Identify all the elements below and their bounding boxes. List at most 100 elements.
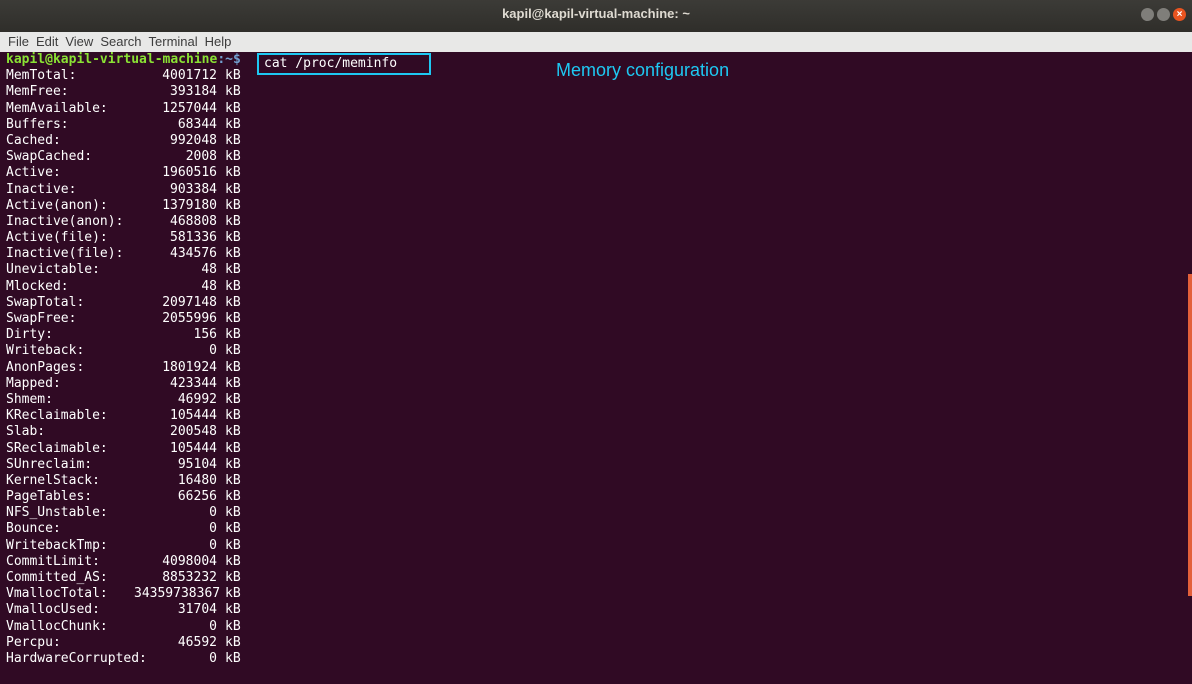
menu-edit[interactable]: Edit bbox=[36, 32, 58, 52]
meminfo-unit: kB bbox=[225, 165, 241, 181]
title-bar[interactable]: kapil@kapil-virtual-machine: ~ × bbox=[0, 0, 1192, 32]
meminfo-value: 468808 bbox=[170, 213, 217, 229]
prompt-user: kapil@kapil-virtual-machine bbox=[6, 52, 218, 67]
meminfo-unit: kB bbox=[225, 343, 241, 359]
meminfo-key: Writeback: bbox=[6, 343, 85, 359]
meminfo-row: Unevictable: 48 kB bbox=[0, 262, 1192, 278]
meminfo-key: Active: bbox=[6, 165, 61, 181]
meminfo-key: VmallocUsed: bbox=[6, 602, 100, 618]
meminfo-unit: kB bbox=[225, 456, 241, 472]
meminfo-value: 2055996 bbox=[162, 311, 217, 326]
meminfo-row: Active: 1960516 kB bbox=[0, 165, 1192, 181]
meminfo-key: Inactive: bbox=[6, 181, 77, 197]
meminfo-unit: kB bbox=[225, 327, 241, 343]
meminfo-key: Committed_AS: bbox=[6, 570, 108, 585]
meminfo-key: SUnreclaim: bbox=[6, 456, 93, 472]
terminal-output[interactable]: kapil@kapil-virtual-machine:~$ cat /proc… bbox=[0, 52, 1192, 684]
meminfo-value: 1379180 bbox=[162, 197, 217, 213]
meminfo-value: 0 bbox=[209, 537, 217, 553]
meminfo-key: MemAvailable: bbox=[6, 100, 108, 116]
meminfo-row: Percpu: 46592 kB bbox=[0, 635, 1192, 651]
meminfo-unit: kB bbox=[225, 391, 241, 407]
meminfo-row: AnonPages: 1801924 kB bbox=[0, 360, 1192, 376]
meminfo-row: Inactive(file): 434576 kB bbox=[0, 246, 1192, 262]
menu-search[interactable]: Search bbox=[100, 32, 141, 52]
meminfo-unit: kB bbox=[225, 84, 241, 100]
meminfo-row: Slab: 200548 kB bbox=[0, 424, 1192, 440]
meminfo-row: MemFree: 393184 kB bbox=[0, 84, 1192, 100]
menu-view[interactable]: View bbox=[65, 32, 93, 52]
meminfo-value: 105444 bbox=[170, 440, 217, 456]
menu-bar: File Edit View Search Terminal Help bbox=[0, 32, 1192, 52]
meminfo-value: 903384 bbox=[170, 181, 217, 197]
meminfo-key: Bounce: bbox=[6, 521, 61, 537]
meminfo-key: SwapTotal: bbox=[6, 294, 85, 310]
maximize-icon[interactable] bbox=[1157, 8, 1170, 21]
meminfo-unit: kB bbox=[225, 570, 241, 585]
meminfo-unit: kB bbox=[225, 634, 241, 650]
meminfo-value: 581336 bbox=[170, 230, 217, 246]
prompt-path: :~$ bbox=[217, 52, 241, 67]
meminfo-value: 156 bbox=[193, 327, 217, 343]
meminfo-value: 992048 bbox=[170, 132, 217, 148]
meminfo-value: 0 bbox=[209, 650, 217, 666]
meminfo-value: 48 bbox=[201, 278, 217, 294]
meminfo-value: 0 bbox=[209, 505, 217, 521]
meminfo-row: SwapTotal: 2097148 kB bbox=[0, 295, 1192, 311]
meminfo-unit: kB bbox=[225, 311, 241, 326]
meminfo-key: AnonPages: bbox=[6, 359, 85, 375]
meminfo-row: WritebackTmp: 0 kB bbox=[0, 538, 1192, 554]
meminfo-unit: kB bbox=[225, 116, 241, 132]
menu-terminal[interactable]: Terminal bbox=[149, 32, 198, 52]
meminfo-key: Slab: bbox=[6, 424, 46, 440]
meminfo-value: 2097148 bbox=[162, 294, 217, 310]
meminfo-key: Mapped: bbox=[6, 375, 61, 391]
meminfo-row: Buffers: 68344 kB bbox=[0, 117, 1192, 133]
meminfo-key: SReclaimable: bbox=[6, 440, 108, 456]
meminfo-row: VmallocUsed: 31704 kB bbox=[0, 602, 1192, 618]
meminfo-unit: kB bbox=[225, 505, 241, 521]
meminfo-unit: kB bbox=[225, 472, 241, 488]
meminfo-unit: kB bbox=[225, 278, 241, 294]
meminfo-row: MemAvailable: 1257044 kB bbox=[0, 101, 1192, 117]
meminfo-key: MemFree: bbox=[6, 84, 69, 100]
meminfo-value: 1960516 bbox=[162, 165, 217, 181]
meminfo-key: VmallocTotal: bbox=[6, 586, 108, 602]
menu-help[interactable]: Help bbox=[205, 32, 232, 52]
meminfo-key: Shmem: bbox=[6, 391, 53, 407]
meminfo-key: KReclaimable: bbox=[6, 408, 108, 424]
minimize-icon[interactable] bbox=[1141, 8, 1154, 21]
meminfo-row: Active(file): 581336 kB bbox=[0, 230, 1192, 246]
meminfo-row: Dirty: 156 kB bbox=[0, 327, 1192, 343]
meminfo-value: 1801924 bbox=[162, 359, 217, 375]
meminfo-value: 48 bbox=[201, 262, 217, 278]
meminfo-row: SReclaimable: 105444 kB bbox=[0, 441, 1192, 457]
meminfo-value: 46592 bbox=[177, 634, 217, 650]
meminfo-value: 1257044 bbox=[162, 100, 217, 116]
meminfo-unit: kB bbox=[225, 521, 241, 537]
meminfo-unit: kB bbox=[225, 375, 241, 391]
meminfo-key: Active(anon): bbox=[6, 197, 108, 213]
meminfo-key: SwapFree: bbox=[6, 311, 77, 326]
meminfo-unit: kB bbox=[225, 424, 241, 440]
meminfo-unit: kB bbox=[225, 68, 241, 84]
meminfo-value: 66256 bbox=[177, 489, 217, 505]
meminfo-key: Percpu: bbox=[6, 634, 61, 650]
meminfo-row: Inactive(anon): 468808 kB bbox=[0, 214, 1192, 230]
meminfo-key: PageTables: bbox=[6, 489, 93, 505]
meminfo-row: SUnreclaim: 95104 kB bbox=[0, 457, 1192, 473]
meminfo-unit: kB bbox=[225, 294, 241, 310]
meminfo-unit: kB bbox=[225, 618, 241, 634]
menu-file[interactable]: File bbox=[8, 32, 29, 52]
meminfo-unit: kB bbox=[225, 230, 241, 246]
close-icon[interactable]: × bbox=[1173, 8, 1186, 21]
scrollbar-thumb[interactable] bbox=[1188, 274, 1192, 596]
meminfo-row: Shmem: 46992 kB bbox=[0, 392, 1192, 408]
meminfo-key: Inactive(anon): bbox=[6, 213, 124, 229]
meminfo-row: VmallocTotal: 34359738367 kB bbox=[0, 586, 1192, 602]
meminfo-row: Mlocked: 48 kB bbox=[0, 279, 1192, 295]
meminfo-value: 434576 bbox=[170, 246, 217, 262]
meminfo-key: Dirty: bbox=[6, 327, 53, 343]
meminfo-row: Active(anon): 1379180 kB bbox=[0, 198, 1192, 214]
meminfo-row: HardwareCorrupted: 0 kB bbox=[0, 651, 1192, 667]
